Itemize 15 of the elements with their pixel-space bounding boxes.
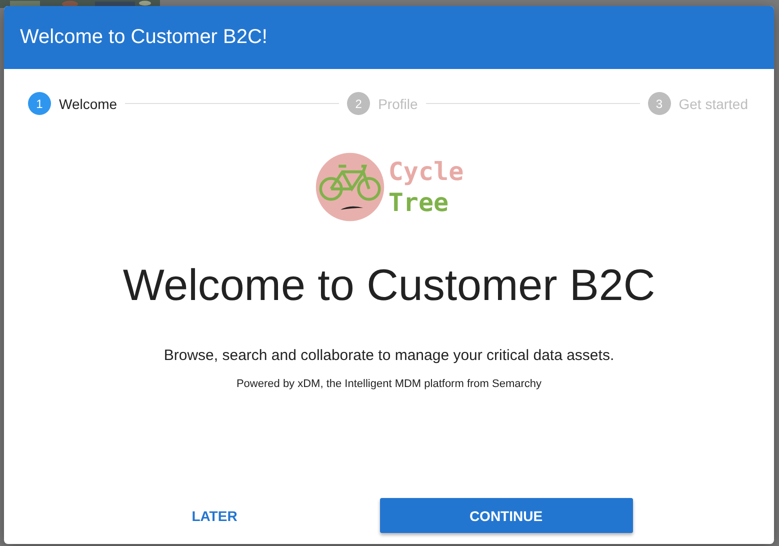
welcome-heading: Welcome to Customer B2C: [122, 261, 656, 311]
logo-text: Cycle: [388, 156, 464, 187]
dialog-title: Welcome to Customer B2C!: [20, 26, 268, 49]
later-button[interactable]: LATER: [128, 498, 302, 533]
powered-by-text: Powered by xDM, the Intelligent MDM platform from Semarchy: [235, 378, 543, 390]
description-text: Browse, search and collaborate to manage your critical data assets.: [162, 347, 616, 364]
logo-text: Tree: [388, 187, 450, 218]
step-label[interactable]: Welcome: [59, 96, 118, 112]
step-number[interactable]: 1: [28, 92, 51, 115]
continue-button[interactable]: CONTINUE: [380, 498, 632, 533]
step-number[interactable]: 2: [347, 92, 370, 115]
step-label[interactable]: Profile: [378, 96, 418, 112]
step-label[interactable]: Get started: [678, 96, 748, 112]
step-number[interactable]: 3: [648, 92, 671, 115]
bicycle-logo-icon: [314, 151, 386, 223]
